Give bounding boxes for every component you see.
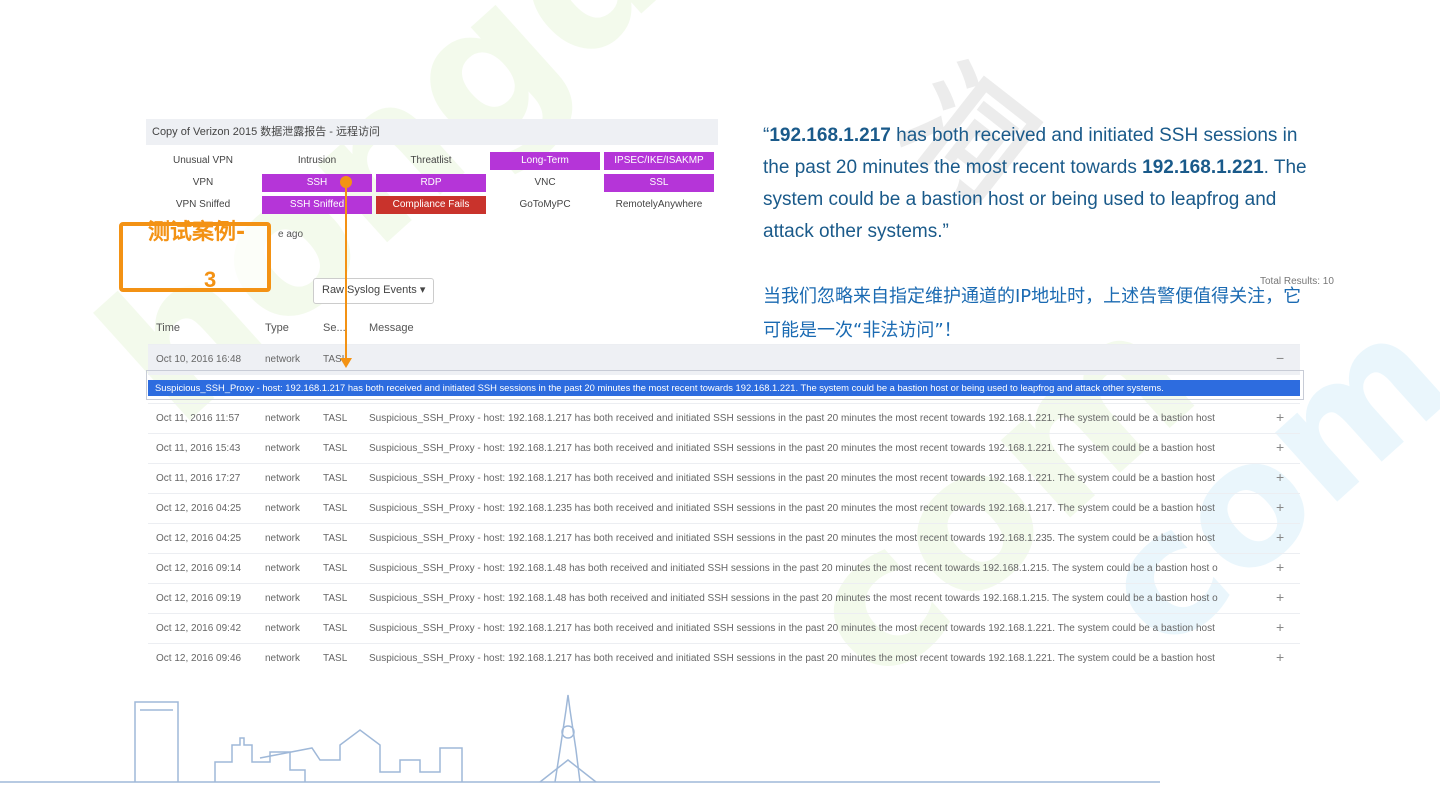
cell-time: Oct 11, 2016 17:27 bbox=[156, 473, 241, 484]
column-severity[interactable]: Se... bbox=[323, 322, 353, 334]
expand-icon[interactable]: + bbox=[1276, 439, 1290, 455]
expand-icon[interactable]: + bbox=[1276, 649, 1290, 665]
expand-icon[interactable]: + bbox=[1276, 589, 1290, 605]
category-ssh[interactable]: SSH bbox=[262, 174, 372, 192]
pointer-line bbox=[345, 184, 347, 360]
category-intrusion[interactable]: Intrusion bbox=[262, 152, 372, 170]
expand-icon[interactable]: + bbox=[1276, 529, 1290, 545]
cell-severity: TASL bbox=[323, 413, 348, 424]
category-compliance-fails[interactable]: Compliance Fails bbox=[376, 196, 486, 214]
grid-row: Unusual VPN Intrusion Threatlist Long-Te… bbox=[148, 152, 718, 170]
cell-time: Oct 10, 2016 16:48 bbox=[156, 354, 242, 365]
cell-type: network bbox=[265, 563, 301, 574]
annotation-number: 3 bbox=[204, 267, 217, 292]
category-remotelyanywhere[interactable]: RemotelyAnywhere bbox=[604, 196, 714, 214]
cell-message: Suspicious_SSH_Proxy - host: 192.168.1.2… bbox=[369, 623, 1215, 634]
skyline-decoration bbox=[0, 694, 1160, 783]
cell-severity: TASL bbox=[323, 653, 348, 664]
category-ssl[interactable]: SSL bbox=[604, 174, 714, 192]
category-ssh-sniffed[interactable]: SSH Sniffed bbox=[262, 196, 372, 214]
category-unusual-vpn[interactable]: Unusual VPN bbox=[148, 152, 258, 170]
panel-title: Copy of Verizon 2015 数据泄露报告 - 远程访问 bbox=[146, 119, 718, 145]
cell-type: network bbox=[265, 623, 301, 634]
column-type[interactable]: Type bbox=[265, 322, 319, 334]
cell-type: network bbox=[265, 533, 301, 544]
cell-message: Suspicious_SSH_Proxy - host: 192.168.1.2… bbox=[369, 473, 1215, 484]
cell-type: network bbox=[265, 473, 301, 484]
cell-time: Oct 11, 2016 11:57 bbox=[156, 413, 240, 424]
table-row[interactable]: Oct 12, 2016 09:14 network TASL Suspicious_… bbox=[148, 553, 1300, 584]
expand-icon[interactable]: + bbox=[1276, 409, 1290, 425]
table-row[interactable]: Oct 12, 2016 09:19 network TASL Suspicious_… bbox=[148, 583, 1300, 614]
category-vnc[interactable]: VNC bbox=[490, 174, 600, 192]
quote-text: “192.168.1.217 has both received and ini… bbox=[763, 120, 1308, 248]
cell-time: Oct 12, 2016 04:25 bbox=[156, 503, 242, 514]
cell-message: Suspicious_SSH_Proxy - host: 192.168.1.4… bbox=[369, 563, 1218, 574]
category-vpn-sniffed[interactable]: VPN Sniffed bbox=[148, 196, 258, 214]
cell-type: network bbox=[265, 443, 301, 454]
table-row[interactable]: Oct 12, 2016 04:25 network TASL Suspicious_… bbox=[148, 493, 1300, 524]
arrow-down-icon bbox=[340, 358, 352, 368]
cell-severity: TASL bbox=[323, 443, 348, 454]
cell-time: Oct 12, 2016 09:19 bbox=[156, 593, 242, 604]
chinese-note: 当我们忽略来自指定维护通道的IP地址时，上述告警便值得关注，它可能是一次“非法访… bbox=[763, 286, 1302, 341]
column-time[interactable]: Time bbox=[156, 322, 256, 334]
category-long-term[interactable]: Long-Term bbox=[490, 152, 600, 170]
cell-message: Suspicious_SSH_Proxy - host: 192.168.1.2… bbox=[369, 503, 1215, 514]
category-grid: Unusual VPN Intrusion Threatlist Long-Te… bbox=[148, 152, 718, 218]
cell-severity: TASL bbox=[323, 533, 348, 544]
cell-type: network bbox=[265, 593, 301, 604]
cell-severity: TASL bbox=[323, 503, 348, 514]
cell-time: Oct 11, 2016 15:43 bbox=[156, 443, 241, 454]
expand-icon[interactable]: + bbox=[1276, 499, 1290, 515]
cell-type: network bbox=[265, 413, 301, 424]
expand-icon[interactable]: + bbox=[1276, 469, 1290, 485]
cell-severity: TASL bbox=[323, 563, 348, 574]
grid-row: VPN SSH RDP VNC SSL bbox=[148, 174, 718, 192]
table-row[interactable]: Oct 11, 2016 17:27 network TASL Suspicious_… bbox=[148, 463, 1300, 494]
category-vpn[interactable]: VPN bbox=[148, 174, 258, 192]
category-ipsec[interactable]: IPSEC/IKE/ISAKMP bbox=[604, 152, 714, 170]
table-row[interactable]: Oct 12, 2016 09:46 network TASL Suspicious_… bbox=[148, 643, 1300, 674]
expand-icon[interactable]: + bbox=[1276, 559, 1290, 575]
collapse-icon[interactable]: − bbox=[1276, 350, 1290, 366]
quote-ip-source: 192.168.1.217 bbox=[769, 125, 891, 146]
category-gotomypc[interactable]: GoToMyPC bbox=[490, 196, 600, 214]
cell-severity: TASL bbox=[323, 593, 348, 604]
selected-message-detail[interactable]: Suspicious_SSH_Proxy - host: 192.168.1.2… bbox=[148, 380, 1300, 396]
cell-type: network bbox=[265, 354, 301, 365]
cell-message: Suspicious_SSH_Proxy - host: 192.168.1.2… bbox=[369, 653, 1215, 664]
cell-message: Suspicious_SSH_Proxy - host: 192.168.1.4… bbox=[369, 593, 1218, 604]
category-rdp[interactable]: RDP bbox=[376, 174, 486, 192]
caret-down-icon: ▾ bbox=[419, 284, 426, 296]
cell-message: Suspicious_SSH_Proxy - host: 192.168.1.2… bbox=[369, 413, 1215, 424]
cell-time: Oct 12, 2016 09:42 bbox=[156, 623, 242, 634]
table-row[interactable]: Oct 12, 2016 04:25 network TASL Suspicious_… bbox=[148, 523, 1300, 554]
table-row[interactable]: Oct 12, 2016 09:42 network TASL Suspicious_… bbox=[148, 613, 1300, 644]
cell-message: Suspicious_SSH_Proxy - host: 192.168.1.2… bbox=[369, 443, 1215, 454]
expand-icon[interactable]: + bbox=[1276, 619, 1290, 635]
cell-type: network bbox=[265, 503, 301, 514]
cell-time: Oct 12, 2016 09:46 bbox=[156, 653, 242, 664]
time-ago-text: e ago bbox=[278, 229, 304, 240]
table-row[interactable]: Oct 11, 2016 15:43 network TASL Suspicious_… bbox=[148, 433, 1300, 464]
cell-time: Oct 12, 2016 04:25 bbox=[156, 533, 242, 544]
table-row[interactable]: Oct 11, 2016 11:57 network TASL Suspicious_… bbox=[148, 403, 1300, 434]
cell-message: Suspicious_SSH_Proxy - host: 192.168.1.2… bbox=[369, 533, 1215, 544]
cell-severity: TASL bbox=[323, 623, 348, 634]
grid-row: VPN Sniffed SSH Sniffed Compliance Fails… bbox=[148, 196, 718, 214]
cell-severity: TASL bbox=[323, 473, 348, 484]
raw-syslog-events-label: Raw Syslog Events bbox=[322, 284, 417, 296]
cell-type: network bbox=[265, 653, 301, 664]
cell-time: Oct 12, 2016 09:14 bbox=[156, 563, 242, 574]
raw-syslog-events-dropdown[interactable]: Raw Syslog Events ▾ bbox=[313, 278, 435, 304]
quote-ip-target: 192.168.1.221 bbox=[1142, 157, 1264, 178]
annotation-label: 测试案例- bbox=[148, 220, 246, 245]
category-threatlist[interactable]: Threatlist bbox=[376, 152, 486, 170]
